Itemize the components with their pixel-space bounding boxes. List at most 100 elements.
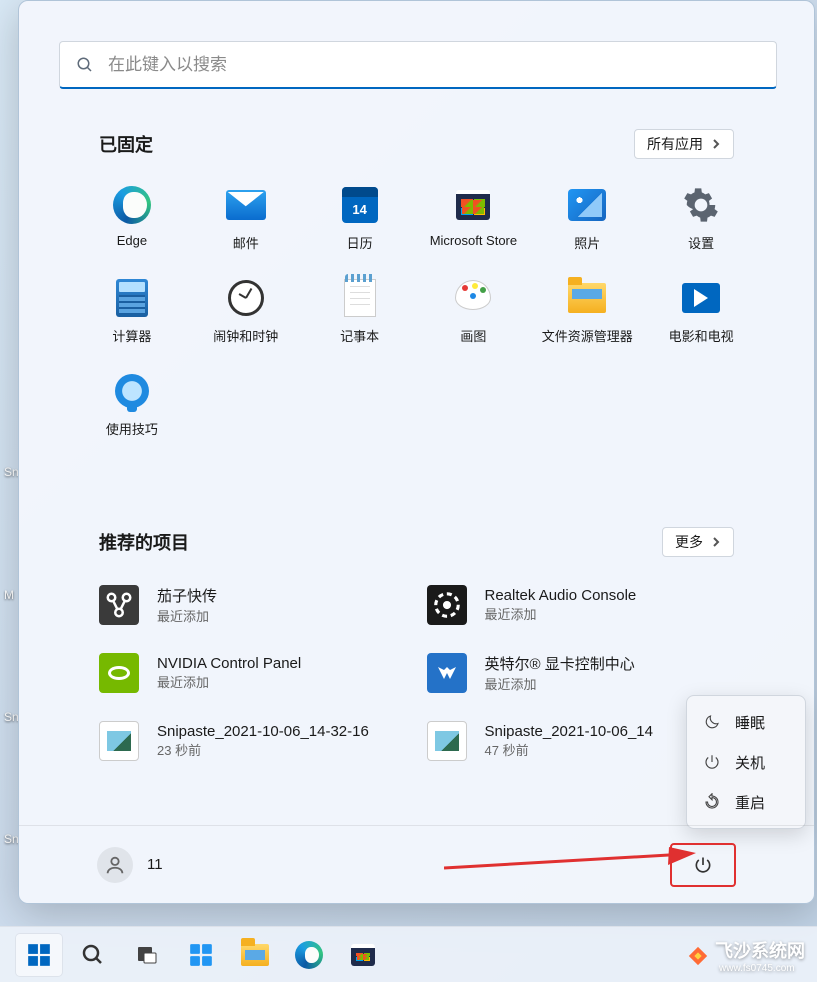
taskbar-store[interactable] bbox=[340, 934, 386, 976]
notepad-icon bbox=[344, 279, 376, 317]
pinned-label: Microsoft Store bbox=[430, 233, 517, 248]
pinned-app-notepad[interactable]: 记事本 bbox=[303, 278, 417, 345]
folder-icon bbox=[568, 283, 606, 313]
folder-icon bbox=[241, 944, 269, 966]
recommended-item[interactable]: Realtek Audio Console最近添加 bbox=[427, 585, 735, 625]
taskbar-taskview[interactable] bbox=[124, 934, 170, 976]
power-icon bbox=[703, 753, 721, 771]
power-icon bbox=[693, 855, 713, 875]
store-icon bbox=[351, 944, 375, 966]
pinned-app-movies[interactable]: 电影和电视 bbox=[644, 278, 758, 345]
more-label: 更多 bbox=[675, 532, 703, 552]
recommended-item[interactable]: 英特尔® 显卡控制中心最近添加 bbox=[427, 653, 735, 693]
user-name: 11 bbox=[147, 856, 163, 873]
power-button[interactable] bbox=[670, 843, 736, 887]
recommended-item[interactable]: 茄子快传最近添加 bbox=[99, 585, 407, 625]
pinned-app-calendar[interactable]: 日历 bbox=[303, 185, 417, 252]
desktop-shortcut-label: Sn bbox=[4, 465, 19, 479]
recommended-sub: 最近添加 bbox=[157, 606, 217, 625]
pinned-title: 已固定 bbox=[99, 131, 153, 157]
pinned-app-settings[interactable]: 设置 bbox=[644, 185, 758, 252]
calculator-icon bbox=[116, 279, 148, 317]
windows-icon bbox=[26, 942, 52, 968]
watermark-brand: 飞沙系统网 bbox=[715, 941, 805, 961]
pinned-app-paint[interactable]: 画图 bbox=[417, 278, 531, 345]
restart-icon bbox=[703, 793, 721, 811]
all-apps-label: 所有应用 bbox=[647, 134, 703, 154]
pinned-label: 电影和电视 bbox=[669, 326, 734, 345]
power-sleep-label: 睡眠 bbox=[735, 712, 765, 733]
pinned-app-explorer[interactable]: 文件资源管理器 bbox=[530, 278, 644, 345]
nvidia-icon bbox=[99, 653, 139, 693]
pinned-app-tips[interactable]: 使用技巧 bbox=[75, 371, 189, 438]
pinned-label: 画图 bbox=[460, 326, 486, 345]
image-file-icon bbox=[427, 721, 467, 761]
recommended-sub: 23 秒前 bbox=[157, 740, 369, 759]
person-icon bbox=[104, 854, 126, 876]
intel-icon bbox=[427, 653, 467, 693]
taskbar-edge[interactable] bbox=[286, 934, 332, 976]
watermark-logo-icon bbox=[687, 945, 709, 967]
power-shutdown[interactable]: 关机 bbox=[693, 742, 799, 782]
edge-icon bbox=[113, 186, 151, 224]
recommended-name: NVIDIA Control Panel bbox=[157, 655, 301, 672]
pinned-label: 日历 bbox=[347, 233, 373, 252]
pinned-app-photos[interactable]: 照片 bbox=[530, 185, 644, 252]
recommended-name: Snipaste_2021-10-06_14 bbox=[485, 723, 653, 740]
pinned-app-edge[interactable]: Edge bbox=[75, 185, 189, 252]
search-input[interactable] bbox=[108, 55, 760, 75]
avatar bbox=[97, 847, 133, 883]
search-bar[interactable] bbox=[59, 41, 777, 89]
recommended-item[interactable]: Snipaste_2021-10-06_14-32-1623 秒前 bbox=[99, 721, 407, 761]
power-restart[interactable]: 重启 bbox=[693, 782, 799, 822]
tips-icon bbox=[115, 374, 149, 408]
taskbar-start[interactable] bbox=[16, 934, 62, 976]
more-button[interactable]: 更多 bbox=[662, 527, 734, 557]
taskbar-explorer[interactable] bbox=[232, 934, 278, 976]
pinned-label: 邮件 bbox=[233, 233, 259, 252]
pinned-label: 记事本 bbox=[340, 326, 379, 345]
pinned-label: Edge bbox=[117, 233, 147, 248]
power-restart-label: 重启 bbox=[735, 792, 765, 813]
power-shutdown-label: 关机 bbox=[735, 752, 765, 773]
recommended-sub: 最近添加 bbox=[485, 674, 635, 693]
recommended-name: 茄子快传 bbox=[157, 585, 217, 606]
pinned-label: 文件资源管理器 bbox=[542, 326, 633, 345]
desktop-shortcut-label: Sn bbox=[4, 832, 19, 846]
chevron-right-icon bbox=[711, 139, 721, 149]
edge-icon bbox=[295, 941, 323, 969]
moon-icon bbox=[703, 713, 721, 731]
start-menu: 已固定 所有应用 Edge 邮件 日历 Microsoft Store 照片 设… bbox=[18, 0, 815, 904]
taskbar-widgets[interactable] bbox=[178, 934, 224, 976]
pinned-label: 闹钟和时钟 bbox=[213, 326, 278, 345]
recommended-name: Realtek Audio Console bbox=[485, 587, 637, 604]
pinned-app-mail[interactable]: 邮件 bbox=[189, 185, 303, 252]
pinned-app-store[interactable]: Microsoft Store bbox=[417, 185, 531, 252]
movies-icon bbox=[682, 283, 720, 313]
pinned-label: 设置 bbox=[688, 233, 714, 252]
widgets-icon bbox=[188, 942, 214, 968]
chevron-right-icon bbox=[711, 537, 721, 547]
user-account[interactable]: 11 bbox=[97, 847, 163, 883]
pinned-app-calculator[interactable]: 计算器 bbox=[75, 278, 189, 345]
store-icon bbox=[456, 190, 490, 220]
recommended-sub: 47 秒前 bbox=[485, 740, 653, 759]
desktop-shortcut-label: M bbox=[4, 588, 14, 602]
image-file-icon bbox=[99, 721, 139, 761]
recommended-item[interactable]: NVIDIA Control Panel最近添加 bbox=[99, 653, 407, 693]
watermark-url: www.fs0745.com bbox=[719, 963, 805, 974]
pinned-label: 计算器 bbox=[112, 326, 151, 345]
watermark: 飞沙系统网 www.fs0745.com bbox=[687, 937, 805, 974]
all-apps-button[interactable]: 所有应用 bbox=[634, 129, 734, 159]
taskbar-search[interactable] bbox=[70, 934, 116, 976]
search-icon bbox=[76, 56, 94, 74]
desktop-shortcut-label: Sn bbox=[4, 710, 19, 724]
recommended-name: Snipaste_2021-10-06_14-32-16 bbox=[157, 723, 369, 740]
qiezi-icon bbox=[99, 585, 139, 625]
pinned-label: 照片 bbox=[574, 233, 600, 252]
power-menu: 睡眠 关机 重启 bbox=[686, 695, 806, 829]
realtek-icon bbox=[427, 585, 467, 625]
recommended-sub: 最近添加 bbox=[157, 672, 301, 691]
power-sleep[interactable]: 睡眠 bbox=[693, 702, 799, 742]
pinned-app-clock[interactable]: 闹钟和时钟 bbox=[189, 278, 303, 345]
